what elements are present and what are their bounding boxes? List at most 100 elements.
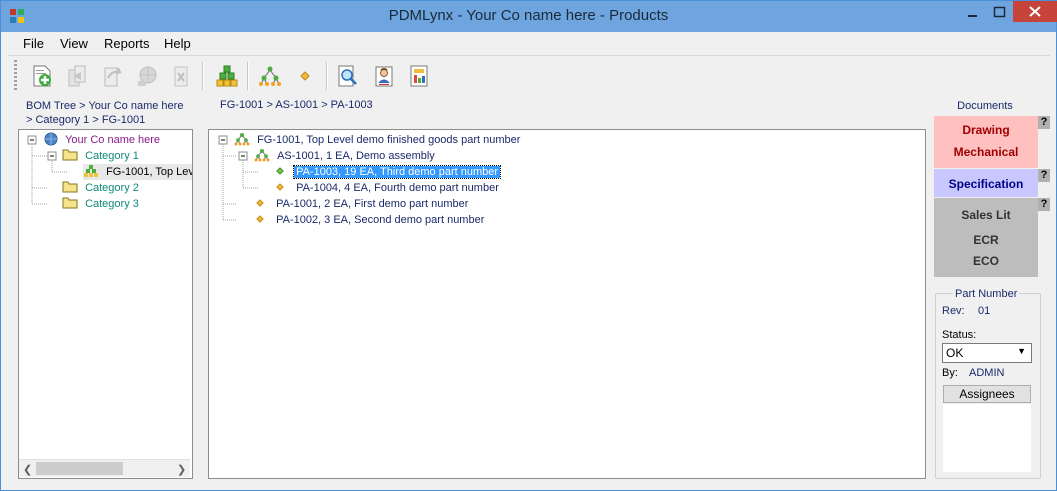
bom-label-pa-1001: PA-1001, 2 EA, First demo part number — [276, 198, 469, 210]
menu-view[interactable]: View — [60, 36, 88, 51]
bom-icon — [234, 133, 250, 146]
tree-label-category-2: Category 2 — [85, 182, 139, 194]
part-icon — [300, 71, 310, 81]
sales-doc-block[interactable]: Sales Lit ECR ECO — [934, 198, 1038, 277]
search-doc-button[interactable] — [334, 61, 362, 91]
tree-node-root[interactable]: Your Co name here — [44, 132, 160, 148]
by-label: By: — [942, 367, 958, 379]
ecr-label[interactable]: ECR — [934, 233, 1038, 247]
user-icon — [375, 66, 393, 87]
folder-icon — [62, 197, 78, 209]
category-tree[interactable]: Your Co name here Category 1 FG-1001, To… — [18, 129, 193, 479]
scroll-left-icon[interactable]: ❮ — [23, 463, 32, 476]
tree-label-root: Your Co name here — [65, 134, 161, 146]
bom-label-pa-1002: PA-1002, 3 EA, Second demo part number — [276, 214, 485, 226]
bom-label-pa-1004: PA-1004, 4 EA, Fourth demo part number — [296, 182, 499, 194]
maximize-button[interactable] — [986, 2, 1013, 23]
bom-label-fg-1001: FG-1001, Top Level demo finished goods p… — [257, 134, 521, 146]
delete-icon — [174, 66, 188, 87]
tree-node-category-2[interactable]: Category 2 — [62, 180, 139, 196]
drawing-help-button[interactable]: ? — [1038, 116, 1050, 129]
tree-button[interactable] — [256, 61, 284, 91]
status-dropdown[interactable]: OK ▼ — [942, 343, 1032, 363]
toolbar-separator — [326, 62, 328, 90]
bom-node-as-1001[interactable]: AS-1001, 1 EA, Demo assembly — [254, 148, 435, 164]
web-button[interactable] — [133, 61, 161, 91]
part-icon — [276, 183, 284, 191]
eco-label[interactable]: ECO — [934, 254, 1038, 268]
tree-node-fg-1001[interactable]: FG-1001, Top Lev — [83, 164, 192, 180]
breadcrumb-line-2: > Category 1 > FG-1001 — [26, 114, 146, 126]
bom-label-pa-1003: PA-1003, 19 EA, Third demo part number — [293, 165, 502, 179]
part-button[interactable] — [291, 61, 319, 91]
part-number-title: Part Number — [953, 288, 1020, 300]
tree-label-category-1: Category 1 — [85, 150, 139, 162]
menu-reports[interactable]: Reports — [104, 36, 150, 51]
status-label: Status: — [942, 329, 977, 341]
rev-label: Rev: — [942, 305, 965, 317]
bom-node-pa-1004[interactable]: PA-1004, 4 EA, Fourth demo part number — [275, 180, 499, 196]
toolbar — [8, 55, 1050, 96]
new-part-icon — [33, 65, 51, 87]
bom-icon — [216, 65, 238, 87]
breadcrumb-line-1: BOM Tree > Your Co name here — [26, 100, 184, 112]
forward-button[interactable] — [98, 61, 126, 91]
part-icon — [256, 215, 264, 223]
toolbar-grip[interactable] — [14, 60, 17, 92]
mechanical-label[interactable]: Mechanical — [934, 145, 1038, 159]
tree-node-category-3[interactable]: Category 3 — [62, 196, 139, 212]
delete-button[interactable] — [168, 61, 196, 91]
bom-node-pa-1003[interactable]: PA-1003, 19 EA, Third demo part number — [275, 164, 502, 180]
tree-horizontal-scrollbar[interactable]: ❮ ❯ — [19, 459, 190, 477]
scroll-right-icon[interactable]: ❯ — [177, 463, 186, 476]
menu-file[interactable]: File — [23, 36, 44, 51]
copy-icon — [68, 65, 86, 87]
title-bar: PDMLynx - Your Co name here - Products — [1, 1, 1057, 32]
by-value: ADMIN — [969, 367, 1005, 379]
drawing-doc-block[interactable]: Drawing Mechanical — [934, 116, 1038, 168]
copy-button[interactable] — [63, 61, 91, 91]
app-window: PDMLynx - Your Co name here - Products F… — [0, 0, 1057, 491]
drawing-label[interactable]: Drawing — [934, 123, 1038, 137]
toolbar-separator — [247, 62, 249, 90]
specification-label[interactable]: Specification — [934, 177, 1038, 191]
sales-help-button[interactable]: ? — [1038, 198, 1050, 211]
bom-node-pa-1001[interactable]: PA-1001, 2 EA, First demo part number — [255, 196, 468, 212]
part-icon — [256, 199, 264, 207]
window-title: PDMLynx - Your Co name here - Products — [388, 7, 669, 24]
bom-icon — [84, 165, 98, 177]
folder-open-icon — [62, 149, 78, 161]
menu-help[interactable]: Help — [164, 36, 191, 51]
chevron-down-icon[interactable]: ▼ — [1017, 346, 1026, 356]
documents-title: Documents — [957, 100, 1013, 112]
bom-node-pa-1002[interactable]: PA-1002, 3 EA, Second demo part number — [255, 212, 484, 228]
globe-icon — [138, 66, 157, 86]
bom-breadcrumb: FG-1001 > AS-1001 > PA-1003 — [220, 99, 373, 111]
status-value: OK — [946, 346, 964, 360]
close-button[interactable] — [1013, 1, 1057, 22]
search-doc-icon — [338, 65, 357, 87]
report-button[interactable] — [405, 61, 433, 91]
specification-help-button[interactable]: ? — [1038, 169, 1050, 182]
assignees-button[interactable]: Assignees — [943, 385, 1031, 403]
minimize-button[interactable] — [959, 2, 986, 23]
specification-doc-block[interactable]: Specification — [934, 169, 1038, 197]
part-icon — [276, 167, 284, 175]
tree-node-category-1[interactable]: Category 1 — [62, 148, 139, 164]
forward-icon — [104, 67, 122, 87]
new-part-button[interactable] — [28, 61, 56, 91]
assignees-list[interactable] — [943, 404, 1031, 472]
bom-button[interactable] — [213, 61, 241, 91]
scrollbar-thumb[interactable] — [36, 462, 123, 475]
rev-value: 01 — [978, 305, 991, 317]
tree-icon — [259, 66, 281, 86]
bom-label-as-1001: AS-1001, 1 EA, Demo assembly — [277, 150, 435, 162]
toolbar-separator — [202, 62, 204, 90]
sales-lit-label[interactable]: Sales Lit — [934, 208, 1038, 222]
report-icon — [410, 65, 428, 87]
assembly-icon — [254, 149, 270, 162]
bom-tree[interactable]: FG-1001, Top Level demo finished goods p… — [208, 129, 926, 479]
tree-breadcrumb: BOM Tree > Your Co name here > Category … — [26, 99, 206, 127]
user-button[interactable] — [370, 61, 398, 91]
bom-node-fg-1001[interactable]: FG-1001, Top Level demo finished goods p… — [234, 132, 520, 148]
